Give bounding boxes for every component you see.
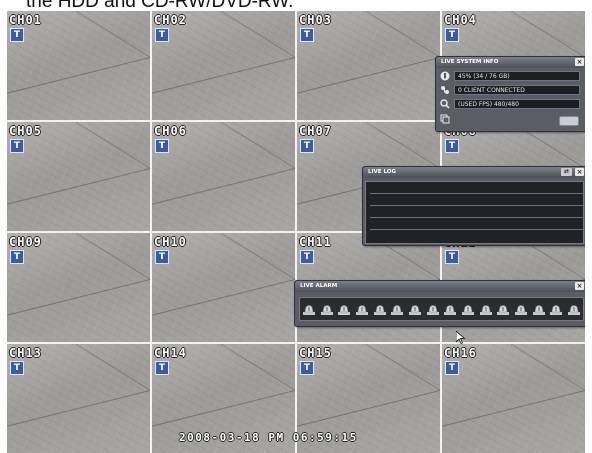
live-system-info-title: LIVE SYSTEM INFO [441,59,499,65]
floor-crack [152,164,295,207]
mouse-pointer-icon [456,331,465,344]
alarm-bell-icon [532,302,546,316]
live-log-title: LIVE LOG [368,169,396,175]
live-log-panel[interactable]: LIVE LOG ⇄ × [362,166,585,246]
timer-record-badge: T [445,139,459,153]
floor-crack [297,53,440,96]
live-system-info-title-bar[interactable]: LIVE SYSTEM INFO × [436,57,585,68]
timer-record-badge: T [155,361,169,375]
alarm-bell-icon [426,302,440,316]
camera-tile[interactable]: CH09 T [7,233,150,342]
alarm-bell-icon [390,302,404,316]
log-row-divider [370,205,583,206]
live-system-info-panel[interactable]: LIVE SYSTEM INFO × 45% (34 / 76 GB) 0 CL… [435,56,585,132]
floor-crack [7,386,150,429]
camera-tile[interactable]: CH16 T [442,344,585,453]
system-datetime: 2008-03-18 PM 06:59:15 [179,431,358,444]
live-alarm-title: LIVE ALARM [300,283,338,289]
floor-crack [152,386,295,429]
log-row-divider [370,217,583,218]
floor-crack [442,386,585,429]
timer-record-badge: T [10,361,24,375]
alarm-bell-icon [355,302,369,316]
channel-label: CH06 [154,124,187,138]
channel-label: CH01 [9,13,42,27]
camera-tile[interactable]: CH03 T [297,11,440,120]
live-log-list [365,181,584,244]
floor-crack [7,275,150,318]
network-client-icon [439,85,451,95]
live-log-title-bar[interactable]: LIVE LOG ⇄ × [363,167,585,178]
alarm-bell-icon [320,302,334,316]
backup-button[interactable] [559,116,579,126]
timer-record-badge: T [300,139,314,153]
camera-tile[interactable]: CH05 T [7,122,150,231]
backup-icon [439,114,451,124]
timer-record-badge: T [10,139,24,153]
fps-usage-row: (USED FPS) 480/480 [439,99,580,109]
floor-crack [7,53,150,96]
alarm-bell-icon [514,302,528,316]
timer-record-badge: T [445,28,459,42]
alarm-bell-icon [408,302,422,316]
floor-crack [7,164,150,207]
camera-tile[interactable]: CH01 T [7,11,150,120]
live-log-restore-button[interactable]: ⇄ [561,168,572,176]
floor-crack [297,386,440,429]
client-connection-value: 0 CLIENT CONNECTED [454,85,580,95]
hdd-usage-row: 45% (34 / 76 GB) [439,71,580,81]
alarm-bell-icon [461,302,475,316]
timer-record-badge: T [300,250,314,264]
channel-label: CH11 [299,235,332,249]
channel-label: CH09 [9,235,42,249]
alarm-bell-icon [496,302,510,316]
alarm-bell-icon [549,302,563,316]
fps-search-icon [439,99,451,109]
dvr-live-screen: CH01TCH02TCH03TCH04TCH05TCH06TCH07TCH08T… [7,11,585,453]
hdd-info-icon [439,71,451,81]
camera-tile[interactable]: CH02 T [152,11,295,120]
client-connection-row: 0 CLIENT CONNECTED [439,85,580,95]
camera-tile[interactable]: CH06 T [152,122,295,231]
alarm-bell-icon [373,302,387,316]
channel-label: CH16 [444,346,477,360]
channel-label: CH04 [444,13,477,27]
channel-label: CH10 [154,235,187,249]
channel-label: CH02 [154,13,187,27]
channel-label: CH15 [299,346,332,360]
live-alarm-close-button[interactable]: × [575,282,584,290]
alarm-bell-icon [567,302,581,316]
channel-label: CH03 [299,13,332,27]
channel-label: CH05 [9,124,42,138]
timer-record-badge: T [10,250,24,264]
timer-record-badge: T [10,28,24,42]
hdd-usage-value: 45% (34 / 76 GB) [454,71,580,81]
live-log-close-button[interactable]: × [575,168,584,176]
channel-label: CH07 [299,124,332,138]
channel-label: CH13 [9,346,42,360]
channel-label: CH14 [154,346,187,360]
log-row-divider [370,229,583,230]
timer-record-badge: T [445,361,459,375]
timer-record-badge: T [300,28,314,42]
timer-record-badge: T [300,361,314,375]
timer-record-badge: T [445,250,459,264]
fps-usage-value: (USED FPS) 480/480 [454,99,580,109]
floor-crack [152,53,295,96]
timer-record-badge: T [155,250,169,264]
alarm-indicator-strip [299,297,584,321]
camera-tile[interactable]: CH10 T [152,233,295,342]
live-system-info-close-button[interactable]: × [575,58,584,66]
live-alarm-panel[interactable]: LIVE ALARM × [294,280,585,327]
log-row-divider [370,193,583,194]
live-alarm-title-bar[interactable]: LIVE ALARM × [295,281,585,292]
floor-crack [152,275,295,318]
alarm-bell-icon [337,302,351,316]
alarm-bell-icon [479,302,493,316]
timer-record-badge: T [155,28,169,42]
alarm-bell-icon [443,302,457,316]
alarm-bell-icon [302,302,316,316]
camera-tile[interactable]: CH13 T [7,344,150,453]
timer-record-badge: T [155,139,169,153]
